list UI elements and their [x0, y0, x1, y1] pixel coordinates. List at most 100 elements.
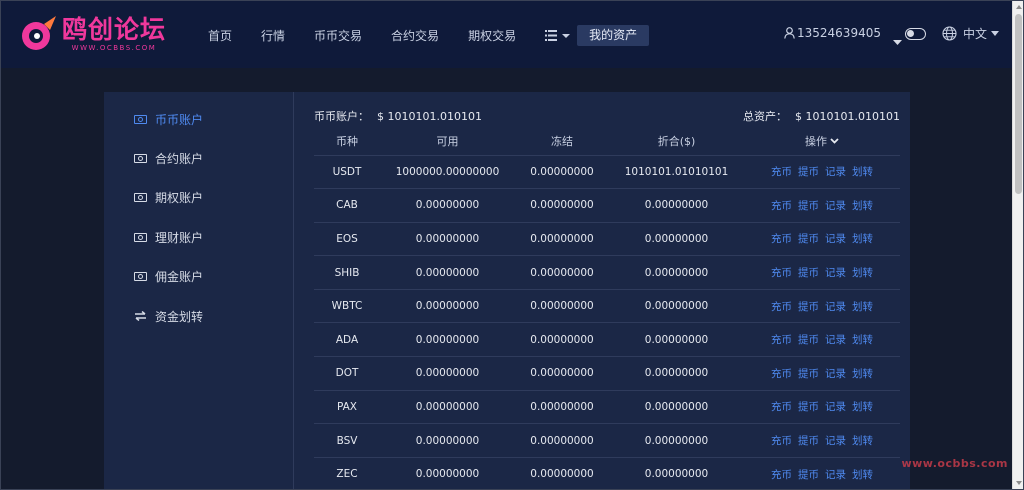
withdraw-link[interactable]: 提币: [798, 368, 819, 380]
transfer-link[interactable]: 划转: [852, 435, 873, 447]
deposit-link[interactable]: 充币: [771, 166, 792, 178]
transfer-link[interactable]: 划转: [852, 233, 873, 245]
list-icon: [545, 30, 558, 41]
logo-title: 鸥创论坛: [62, 14, 167, 44]
account-summary: 币币账户： $ 1010101.010101 总资产： $ 1010101.0101…: [314, 108, 900, 124]
cell-frozen: 0.00000000: [515, 457, 609, 490]
table-row: ZEC 0.00000000 0.00000000 0.00000000 充币 提币 记录划…: [314, 457, 900, 490]
top-header: 鸥创论坛 WWW.OCBBS.COM 首页 行情 币币交易 合约交易 期权交易 …: [0, 0, 1012, 68]
page-scrollbar[interactable]: [1012, 0, 1024, 490]
sidebar-item-spot-account[interactable]: 币币账户: [134, 110, 203, 128]
nav-home[interactable]: 首页: [208, 26, 232, 46]
cell-coin: CAB: [314, 188, 380, 223]
sidebar-item-contract-account[interactable]: 合约账户: [134, 149, 203, 167]
record-link[interactable]: 记录: [825, 368, 846, 380]
scroll-down-arrow-icon[interactable]: [1016, 481, 1022, 485]
wallet-icon: [134, 271, 147, 281]
record-link[interactable]: 记录: [825, 233, 846, 245]
language-selector[interactable]: 中文: [942, 25, 1000, 42]
sidebar-item-commission-account[interactable]: 佣金账户: [134, 267, 203, 285]
withdraw-link[interactable]: 提币: [798, 200, 819, 212]
cell-available: 0.00000000: [380, 457, 515, 490]
withdraw-link[interactable]: 提币: [798, 267, 819, 279]
scroll-up-arrow-icon[interactable]: [1016, 5, 1022, 9]
deposit-link[interactable]: 充币: [771, 401, 792, 413]
record-link[interactable]: 记录: [825, 401, 846, 413]
record-link[interactable]: 记录: [825, 267, 846, 279]
nav-spot-trade[interactable]: 币币交易: [314, 26, 362, 46]
sidebar-item-wealth-account[interactable]: 理财账户: [134, 228, 203, 246]
cell-frozen: 0.00000000: [515, 390, 609, 425]
deposit-link[interactable]: 充币: [771, 267, 792, 279]
cell-converted: 0.00000000: [609, 222, 744, 257]
cell-converted: 0.00000000: [609, 188, 744, 223]
cell-operations: 充币 提币 记录 划转: [744, 222, 900, 257]
sidebar-item-label: 币币账户: [155, 112, 204, 127]
wallet-icon: [134, 192, 147, 202]
watermark: www.ocbbs.com: [901, 457, 1008, 470]
language-label: 中文: [963, 27, 988, 41]
sidebar-item-options-account[interactable]: 期权账户: [134, 188, 203, 206]
withdraw-link[interactable]: 提币: [798, 435, 819, 447]
nav-options-trade[interactable]: 期权交易: [468, 26, 516, 46]
sidebar-item-fund-transfer[interactable]: 资金划转: [134, 307, 203, 325]
theme-toggle[interactable]: [905, 28, 926, 40]
nav-market[interactable]: 行情: [261, 26, 285, 46]
deposit-link[interactable]: 充币: [771, 368, 792, 380]
deposit-link[interactable]: 充币: [771, 233, 792, 245]
cell-converted: 0.00000000: [609, 423, 744, 458]
withdraw-link[interactable]: 提币: [798, 401, 819, 413]
scroll-thumb[interactable]: [1015, 14, 1022, 194]
table-row: PAX 0.00000000 0.00000000 0.00000000 充币 提币 记录划…: [314, 390, 900, 425]
transfer-link[interactable]: 划转: [852, 334, 873, 346]
transfer-link[interactable]: 划转: [852, 267, 873, 279]
deposit-link[interactable]: 充币: [771, 469, 792, 481]
cell-frozen: 0.00000000: [515, 188, 609, 223]
record-link[interactable]: 记录: [825, 166, 846, 178]
record-link[interactable]: 记录: [825, 301, 846, 313]
cell-operations: 充币 提币 记录 划转: [744, 255, 900, 290]
withdraw-link[interactable]: 提币: [798, 469, 819, 481]
site-logo[interactable]: 鸥创论坛 WWW.OCBBS.COM: [16, 14, 188, 54]
withdraw-link[interactable]: 提币: [798, 233, 819, 245]
header-operations[interactable]: 操作: [744, 128, 900, 156]
cell-available: 0.00000000: [380, 322, 515, 358]
wallet-icon: [134, 232, 147, 242]
nav-more-menu[interactable]: [545, 30, 571, 41]
wallet-icon: [134, 153, 147, 163]
cell-coin: ADA: [314, 322, 380, 358]
user-account[interactable]: 13524639405: [784, 26, 881, 40]
deposit-link[interactable]: 充币: [771, 200, 792, 212]
total-assets-label: 总资产：: [743, 110, 788, 123]
record-link[interactable]: 记录: [825, 334, 846, 346]
cell-converted: 0.00000000: [609, 390, 744, 425]
nav-my-assets[interactable]: 我的资产: [577, 25, 650, 46]
transfer-link[interactable]: 划转: [852, 200, 873, 212]
asset-table: 币种 可用 冻结 折合($) 操作 USDT 1000000.00000000 0: [314, 128, 900, 490]
cell-converted: 0.00000000: [609, 356, 744, 391]
withdraw-link[interactable]: 提币: [798, 334, 819, 346]
deposit-link[interactable]: 充币: [771, 334, 792, 346]
user-icon: [784, 27, 795, 39]
transfer-link[interactable]: 划转: [852, 301, 873, 313]
withdraw-link[interactable]: 提币: [798, 301, 819, 313]
cell-available: 0.00000000: [380, 390, 515, 425]
cell-operations: 充币 提币 记录 划转: [744, 322, 900, 358]
logo-icon: [16, 14, 60, 54]
withdraw-link[interactable]: 提币: [798, 166, 819, 178]
table-header-row: 币种 可用 冻结 折合($) 操作: [314, 128, 900, 156]
transfer-link[interactable]: 划转: [852, 469, 873, 481]
cell-frozen: 0.00000000: [515, 155, 609, 190]
record-link[interactable]: 记录: [825, 200, 846, 212]
deposit-link[interactable]: 充币: [771, 435, 792, 447]
cell-frozen: 0.00000000: [515, 222, 609, 257]
record-link[interactable]: 记录: [825, 435, 846, 447]
nav-contract-trade[interactable]: 合约交易: [391, 26, 439, 46]
record-link[interactable]: 记录: [825, 469, 846, 481]
transfer-link[interactable]: 划转: [852, 166, 873, 178]
transfer-link[interactable]: 划转: [852, 368, 873, 380]
transfer-link[interactable]: 划转: [852, 401, 873, 413]
deposit-link[interactable]: 充币: [771, 301, 792, 313]
cell-operations: 充币 提币 记录 划转: [744, 356, 900, 391]
user-dropdown-arrow[interactable]: [893, 30, 902, 49]
